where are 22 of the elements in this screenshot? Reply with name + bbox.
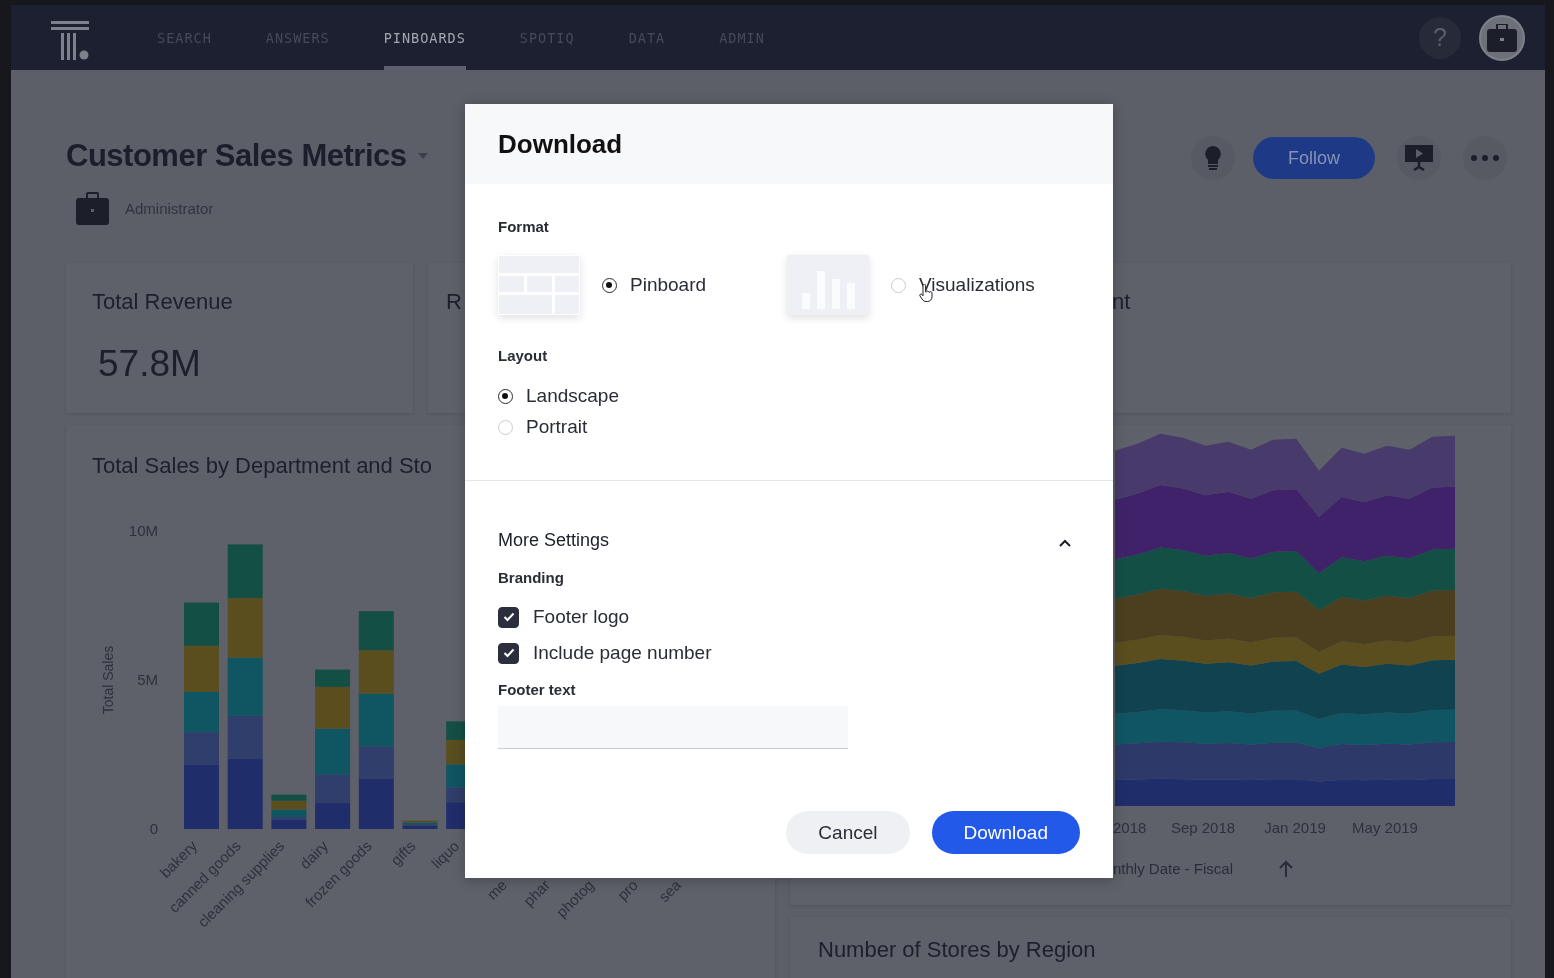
format-radio-option[interactable]: Pinboard	[602, 274, 707, 296]
nav-tab[interactable]: PINBOARDS	[383, 5, 466, 70]
section-label: Layout	[498, 347, 549, 364]
kpi-label: Total Revenue	[92, 289, 234, 315]
chart-title: Total Sales by Department and Sto	[92, 453, 433, 479]
checkbox-option[interactable]: Footer logo	[498, 606, 1080, 628]
dialog-title: Download	[498, 128, 623, 160]
checkbox-option[interactable]: Include page number	[498, 642, 1080, 664]
chart-title: Number of Stores by Region	[818, 937, 1097, 963]
kpi-value: 57.8M	[98, 343, 202, 385]
section-label: Branding	[498, 569, 565, 586]
layout-radio-option[interactable]: Landscape	[498, 385, 1080, 407]
kpi-label: nt	[1112, 289, 1132, 315]
more-settings-toggle[interactable]: More Settings	[498, 530, 610, 551]
section-label: Format	[498, 218, 550, 235]
download-button[interactable]: Download	[931, 811, 1080, 854]
format-radio-option[interactable]: Visualizations	[891, 274, 1035, 296]
cancel-button[interactable]: Cancel	[786, 811, 910, 854]
field-label: Footer text	[498, 681, 577, 698]
layout-radio-option[interactable]: Portrait	[498, 416, 1080, 438]
pinboard-title: Customer Sales Metrics	[66, 137, 407, 175]
kpi-label: R	[446, 289, 463, 315]
